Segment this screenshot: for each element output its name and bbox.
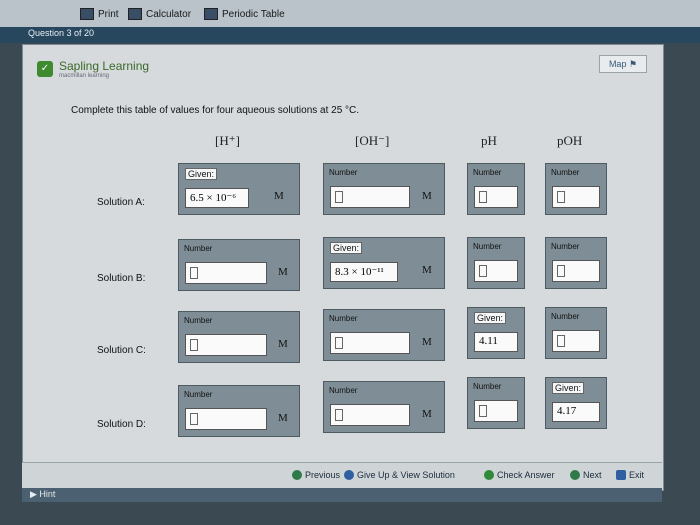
hint-button[interactable]: ▶ Hint [30, 489, 55, 500]
input-d-ph[interactable] [474, 400, 518, 422]
question-counter: Question 3 of 20 [28, 28, 95, 38]
give-up-button[interactable]: Give Up & View Solution [344, 470, 455, 480]
give-up-icon [344, 470, 354, 480]
periodic-table-button[interactable]: Periodic Table [204, 8, 285, 20]
bottom-nav: Previous Give Up & View Solution Check A… [22, 462, 662, 489]
input-c-poh[interactable] [552, 330, 600, 352]
input-c-h[interactable] [185, 334, 267, 356]
row-label-a: Solution A: [97, 197, 145, 208]
cell-a-oh: Number M [323, 163, 445, 215]
input-c-oh[interactable] [330, 332, 410, 354]
question-bar: Question 3 of 20 [0, 27, 700, 43]
cell-c-oh: Number M [323, 309, 445, 361]
input-a-poh[interactable] [552, 186, 600, 208]
exit-icon [616, 470, 626, 480]
brand-name: Sapling Learning [59, 59, 150, 73]
next-button[interactable]: Next [570, 470, 602, 480]
previous-icon [292, 470, 302, 480]
cell-c-poh: Number [545, 307, 607, 359]
check-icon [484, 470, 494, 480]
check-answer-button[interactable]: Check Answer [484, 470, 555, 480]
screen: Print Calculator Periodic Table Question… [0, 0, 700, 525]
header-poh: pOH [557, 133, 583, 148]
map-button[interactable]: Map ⚑ [599, 55, 647, 73]
cell-a-h: Given: 6.5 × 10⁻⁶ M [178, 163, 300, 215]
next-icon [570, 470, 580, 480]
cell-d-ph: Number [467, 377, 525, 429]
cell-b-h: Number M [178, 239, 300, 291]
input-b-ph[interactable] [474, 260, 518, 282]
brand-logo: ✓ Sapling Learning macmillan learning [37, 59, 149, 79]
header-h: [H⁺] [215, 133, 240, 148]
header-oh: [OH⁻] [355, 133, 390, 148]
given-value-c-ph: 4.11 [474, 332, 518, 352]
cell-b-poh: Number [545, 237, 607, 289]
previous-button[interactable]: Previous [292, 470, 340, 480]
hint-bar: ▶ Hint [22, 488, 662, 502]
row-label-c: Solution C: [97, 345, 146, 356]
row-label-b: Solution B: [97, 273, 146, 284]
cell-b-oh: Given: 8.3 × 10⁻¹¹ M [323, 237, 445, 289]
toolbar: Print Calculator Periodic Table [0, 0, 700, 28]
map-icon: ⚑ [628, 59, 638, 69]
question-prompt: Complete this table of values for four a… [71, 105, 360, 116]
input-a-ph[interactable] [474, 186, 518, 208]
header-ph: pH [481, 133, 497, 148]
cell-b-ph: Number [467, 237, 525, 289]
input-b-h[interactable] [185, 262, 267, 284]
cell-d-poh: Given: 4.17 [545, 377, 607, 429]
calculator-button[interactable]: Calculator [128, 8, 191, 20]
print-button[interactable]: Print [80, 8, 119, 20]
given-value-d-poh: 4.17 [552, 402, 600, 422]
cell-c-h: Number M [178, 311, 300, 363]
cell-a-ph: Number [467, 163, 525, 215]
input-d-h[interactable] [185, 408, 267, 430]
calculator-icon [128, 8, 142, 20]
exit-button[interactable]: Exit [616, 470, 644, 480]
cell-d-h: Number M [178, 385, 300, 437]
sapling-logo-icon: ✓ [37, 61, 53, 77]
printer-icon [80, 8, 94, 20]
question-panel: ✓ Sapling Learning macmillan learning Ma… [22, 44, 664, 491]
given-value-a-h: 6.5 × 10⁻⁶ [185, 188, 249, 208]
input-a-oh[interactable] [330, 186, 410, 208]
row-label-d: Solution D: [97, 419, 146, 430]
input-b-poh[interactable] [552, 260, 600, 282]
cell-c-ph: Given: 4.11 [467, 307, 525, 359]
brand-sub: macmillan learning [59, 73, 110, 79]
cell-a-poh: Number [545, 163, 607, 215]
input-d-oh[interactable] [330, 404, 410, 426]
periodic-table-icon [204, 8, 218, 20]
given-value-b-oh: 8.3 × 10⁻¹¹ [330, 262, 398, 282]
cell-d-oh: Number M [323, 381, 445, 433]
